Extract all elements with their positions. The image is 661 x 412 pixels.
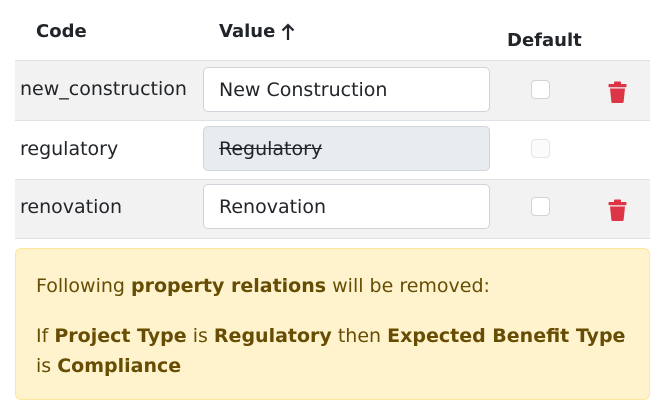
code-cell: renovation <box>20 196 123 218</box>
relation-field: Expected Benefit Type <box>387 325 626 347</box>
alert-text: will be removed: <box>332 275 490 297</box>
default-checkbox[interactable] <box>531 80 550 99</box>
column-header-code[interactable]: Code <box>36 21 87 42</box>
alert-text: is <box>36 355 52 377</box>
table-row: new_construction New Construction <box>15 61 650 120</box>
alert-text: Following <box>36 275 125 297</box>
table-row: regulatory Regulatory <box>15 121 650 179</box>
relation-field: Project Type <box>54 325 187 347</box>
alert-message: Following property relations will be rem… <box>36 271 490 301</box>
trash-icon[interactable] <box>608 81 627 103</box>
default-checkbox[interactable] <box>531 197 550 216</box>
alert-text: is <box>192 325 208 347</box>
alert-relation: If Project Type is Regulatory then Expec… <box>36 321 626 381</box>
table-row: renovation Renovation <box>15 180 650 238</box>
trash-icon[interactable] <box>608 199 627 221</box>
relation-value: Compliance <box>57 355 182 377</box>
relation-value: Regulatory <box>213 325 332 347</box>
value-input-disabled: Regulatory <box>203 126 490 171</box>
row-divider <box>15 238 650 239</box>
value-input[interactable]: Renovation <box>203 184 490 229</box>
arrow-up-icon <box>282 22 295 40</box>
property-values-editor: Code Value Default new_construction New … <box>0 0 661 412</box>
column-header-value[interactable]: Value <box>219 21 296 42</box>
code-cell: new_construction <box>20 78 187 100</box>
alert-emphasis: property relations <box>131 275 327 297</box>
code-cell: regulatory <box>20 138 119 160</box>
alert-text: If <box>36 325 49 347</box>
warning-alert: Following property relations will be rem… <box>15 248 650 400</box>
value-input[interactable]: New Construction <box>203 67 490 112</box>
column-header-default[interactable]: Default <box>507 30 582 51</box>
column-header-value-label: Value <box>219 21 276 42</box>
default-checkbox-disabled <box>531 139 550 158</box>
alert-text: then <box>337 325 382 347</box>
